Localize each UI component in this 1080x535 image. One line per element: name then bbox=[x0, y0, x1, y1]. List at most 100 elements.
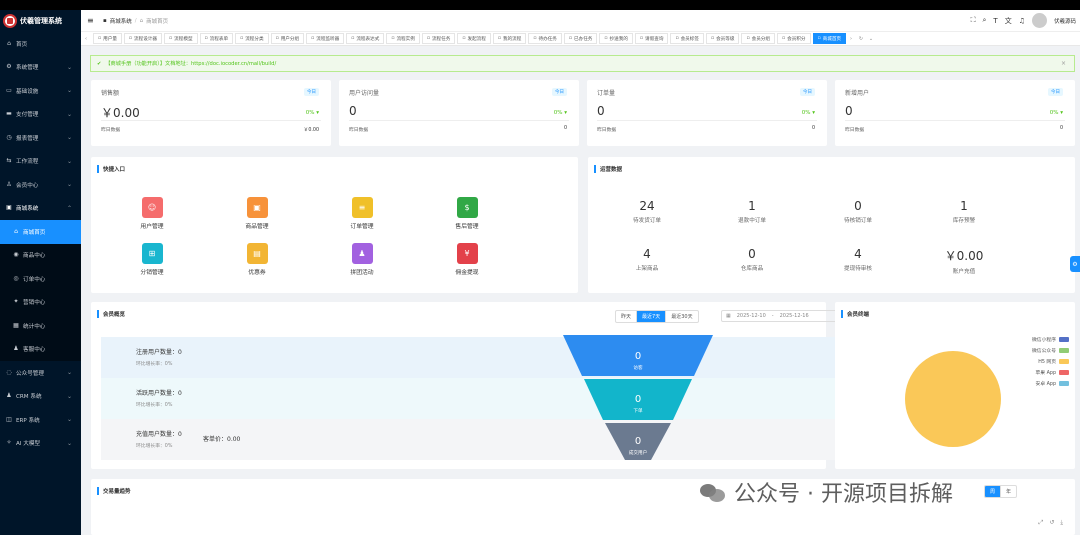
quick-entry[interactable]: $ 售后管理 bbox=[442, 197, 492, 230]
ops-label: 账户充值 bbox=[952, 269, 976, 275]
tabs-menu-icon[interactable]: ⌄ bbox=[866, 36, 876, 42]
sidebar-item[interactable]: ⇆ 工作流程 ⌄ bbox=[0, 150, 81, 174]
tab-item[interactable]: ▫ 请假查询 bbox=[634, 33, 669, 44]
download-icon[interactable]: ⤓ bbox=[1060, 519, 1063, 527]
ops-metric[interactable]: 24 待发货订单 bbox=[617, 199, 677, 224]
ops-metric[interactable]: 1 退款中订单 bbox=[722, 199, 782, 224]
tab-item[interactable]: ▫ 流程设计器 bbox=[123, 33, 163, 44]
sidebar-item[interactable]: ⌂ 商城首页 bbox=[0, 220, 81, 244]
tab-last-30-days[interactable]: 最近30天 bbox=[666, 311, 697, 322]
alert-text[interactable]: 【商城手册（功能开启）】文档地址：https://doc.iocoder.cn/… bbox=[105, 60, 276, 67]
tab-item[interactable]: ▫ 抄送我的 bbox=[599, 33, 633, 44]
avatar[interactable] bbox=[1031, 13, 1047, 28]
tab-item[interactable]: ▫ 流程表单 bbox=[199, 33, 234, 44]
sidebar-item[interactable]: ◷ 报表管理 ⌄ bbox=[0, 126, 81, 150]
breadcrumb-item[interactable]: 商城系统 bbox=[110, 17, 132, 25]
tab-item[interactable]: ▫ 会员积分 bbox=[776, 33, 811, 44]
yesterday-label: 昨日数据 bbox=[349, 128, 369, 133]
quick-entry[interactable]: ♟ 拼团活动 bbox=[337, 243, 387, 276]
ops-value: 24 bbox=[639, 199, 655, 213]
tab-item[interactable]: ▫ 会员标签 bbox=[670, 33, 704, 44]
tab-year[interactable]: 年 bbox=[1001, 486, 1016, 497]
search-icon[interactable]: ⌕ bbox=[983, 16, 987, 25]
legend-item[interactable]: 苹果 App bbox=[1036, 369, 1069, 376]
tab-item[interactable]: ▫ 已办任务 bbox=[563, 33, 598, 44]
font-size-icon[interactable]: T bbox=[993, 17, 997, 25]
sidebar-item[interactable]: ✦ 营销中心 bbox=[0, 290, 81, 314]
ops-metric[interactable]: 4 提现待审核 bbox=[828, 247, 888, 272]
tab-yesterday[interactable]: 昨天 bbox=[616, 311, 638, 322]
sidebar-item[interactable]: ◌ 公众号管理 ⌄ bbox=[0, 361, 81, 385]
tab-item[interactable]: ▫ 用户量 bbox=[93, 33, 122, 44]
sidebar-item[interactable]: ⌂ 首页 bbox=[0, 32, 81, 56]
legend-item[interactable]: H5 网页 bbox=[1038, 358, 1069, 365]
tab-item[interactable]: ▫ 流程实例 bbox=[386, 33, 420, 44]
close-icon[interactable]: × bbox=[1061, 60, 1066, 67]
restore-icon[interactable]: ↺ bbox=[1049, 519, 1054, 527]
ops-metric[interactable]: 4 上架商品 bbox=[617, 247, 677, 272]
sidebar-item[interactable]: ♙ 会员中心 ⌄ bbox=[0, 173, 81, 197]
tab-item[interactable]: ▫ 发起流程 bbox=[457, 33, 491, 44]
quick-entry-icon: ≡ bbox=[351, 197, 373, 218]
tab-item[interactable]: ▫ 流程分类 bbox=[235, 33, 269, 44]
sidebar-item[interactable]: ▬ 支付管理 ⌄ bbox=[0, 103, 81, 127]
legend-item[interactable]: 安卓 App bbox=[1036, 380, 1069, 387]
sidebar-item[interactable]: ◎ 订单中心 bbox=[0, 267, 81, 291]
user-name[interactable]: 伏羲源码 bbox=[1054, 17, 1076, 25]
tabs-scroll-left-icon[interactable]: ‹ bbox=[81, 36, 91, 42]
tab-item[interactable]: ▫ 流程表达式 bbox=[346, 33, 385, 44]
tabs-scroll-right-icon[interactable]: › bbox=[846, 36, 856, 42]
tab-item[interactable]: ▫ 流程监听器 bbox=[306, 33, 345, 44]
tab-icon: ▫ bbox=[497, 36, 501, 41]
ops-value: 1 bbox=[960, 199, 968, 213]
tab-last-7-days[interactable]: 最近7天 bbox=[637, 311, 667, 322]
quick-entry-icon: $ bbox=[456, 197, 478, 218]
sidebar-item[interactable]: ♟ CRM 系统 ⌄ bbox=[0, 385, 81, 409]
legend-item[interactable]: 微信公众号 bbox=[1032, 347, 1069, 354]
quick-entry[interactable]: ▤ 优惠券 bbox=[232, 243, 282, 276]
ops-metric[interactable]: 0 仓库商品 bbox=[722, 247, 782, 272]
tab-item[interactable]: ▫ 流程任务 bbox=[421, 33, 456, 44]
sidebar-item[interactable]: ▭ 基础设施 ⌄ bbox=[0, 79, 81, 103]
avg-order-value: 客单价：0.00 bbox=[203, 436, 241, 443]
settings-float-button[interactable]: ⚙ bbox=[1070, 256, 1080, 272]
sidebar-item[interactable]: ◫ ERP 系统 ⌄ bbox=[0, 408, 81, 432]
sidebar-item[interactable]: ▦ 统计中心 bbox=[0, 314, 81, 338]
legend-item[interactable]: 微信小程序 bbox=[1032, 336, 1069, 343]
tab-icon: ▫ bbox=[710, 36, 715, 41]
ops-metric[interactable]: 0 待核销订单 bbox=[828, 199, 888, 224]
bell-icon[interactable]: ♫ bbox=[1019, 17, 1025, 25]
refresh-icon[interactable]: ↻ bbox=[856, 36, 866, 42]
tab-item[interactable]: ▫ 商城首页 bbox=[812, 33, 847, 44]
zoom-icon[interactable]: ⤢ bbox=[1039, 519, 1044, 527]
sidebar-item[interactable]: ◉ 商品中心 bbox=[0, 243, 81, 267]
quick-entry[interactable]: ⊞ 分销管理 bbox=[127, 243, 177, 276]
breadcrumb-item[interactable]: 商城首页 bbox=[146, 17, 168, 25]
sidebar-item[interactable]: ✧ AI 大模型 ⌄ bbox=[0, 432, 81, 456]
tab-item[interactable]: ▫ 会员分组 bbox=[741, 33, 775, 44]
tab-item[interactable]: ▫ 我的流程 bbox=[492, 33, 527, 44]
sidebar-item[interactable]: ▣ 商城系统 ⌃ bbox=[0, 197, 81, 221]
tab-label: 用户分组 bbox=[280, 36, 300, 42]
tab-item[interactable]: ▫ 会员等级 bbox=[705, 33, 740, 44]
menu-toggle-icon[interactable]: ≡ bbox=[87, 16, 95, 25]
flow-icon: ⇆ bbox=[6, 157, 12, 165]
app-logo[interactable]: 伏羲管理系统 bbox=[0, 10, 81, 32]
ops-metric[interactable]: ￥0.00 账户充值 bbox=[934, 247, 994, 275]
tab-item[interactable]: ▫ 流程模型 bbox=[164, 33, 198, 44]
quick-entry[interactable]: ≡ 订单管理 bbox=[337, 197, 387, 230]
sidebar-item[interactable]: ♟ 客服中心 bbox=[0, 337, 81, 361]
ops-metric[interactable]: 1 库存预警 bbox=[934, 199, 994, 224]
tab-item[interactable]: ▫ 待办任务 bbox=[528, 33, 562, 44]
tab-icon: ▫ bbox=[311, 36, 315, 41]
quick-entry-icon: ☺ bbox=[141, 197, 163, 218]
sidebar-item[interactable]: ⚙ 系统管理 ⌄ bbox=[0, 56, 81, 80]
quick-entry[interactable]: ☺ 用户管理 bbox=[127, 197, 177, 230]
tab-week[interactable]: 周 bbox=[985, 486, 1002, 497]
quick-entry[interactable]: ¥ 佣金提现 bbox=[442, 243, 492, 276]
language-icon[interactable]: 文 bbox=[1005, 16, 1012, 26]
tab-item[interactable]: ▫ 用户分组 bbox=[270, 33, 305, 44]
stat-badge: 今日 bbox=[1048, 88, 1063, 96]
quick-entry[interactable]: ▣ 商品管理 bbox=[232, 197, 282, 230]
fullscreen-icon[interactable]: ⛶ bbox=[971, 16, 976, 25]
